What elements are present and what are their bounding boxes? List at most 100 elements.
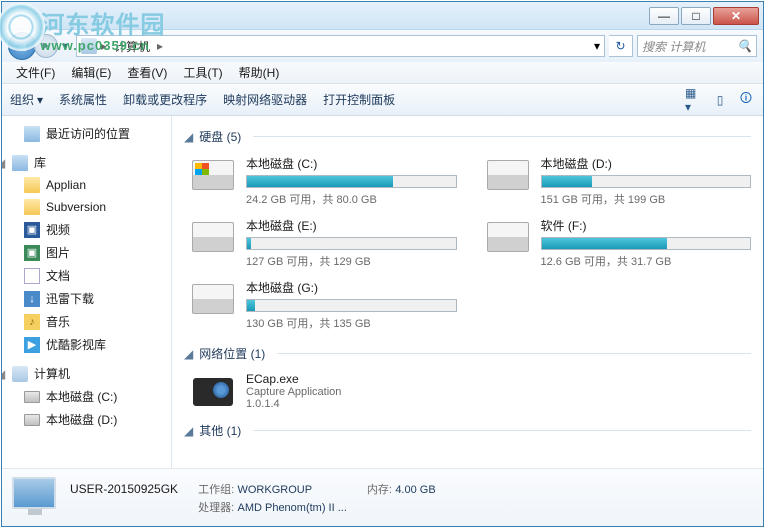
sidebar-drive-c[interactable]: 本地磁盘 (C:) (2, 385, 171, 408)
group-header-other[interactable]: ◢其他 (1) (184, 422, 751, 439)
sidebar-computer[interactable]: ◢计算机 (2, 362, 171, 385)
drive-icon (192, 160, 234, 190)
refresh-button[interactable]: ↻ (609, 35, 633, 57)
toolbar: 组织 ▾ 系统属性 卸载或更改程序 映射网络驱动器 打开控制面板 ▦ ▾ ▯ 🛈 (2, 84, 763, 116)
drive-usage-bar (541, 175, 752, 188)
sidebar-item-youku[interactable]: ▶优酷影视库 (2, 333, 171, 356)
menu-help[interactable]: 帮助(H) (231, 62, 288, 83)
details-computer-name: USER-20150925GK (70, 482, 178, 496)
drive-usage-bar (246, 237, 457, 250)
drive-icon (24, 391, 40, 403)
chevron-down-icon: ▾ (37, 93, 43, 107)
computer-icon (81, 38, 97, 54)
toolbar-uninstall[interactable]: 卸载或更改程序 (123, 91, 207, 108)
toolbar-control-panel[interactable]: 打开控制面板 (323, 91, 395, 108)
titlebar[interactable]: — □ ✕ (2, 2, 763, 30)
details-memory: 4.00 GB (395, 484, 435, 496)
help-icon[interactable]: 🛈 (737, 91, 755, 109)
youku-icon: ▶ (24, 337, 40, 353)
search-icon[interactable]: 🔍 (737, 39, 752, 53)
drive-usage-bar (541, 237, 752, 250)
download-icon: ↓ (24, 291, 40, 307)
breadcrumb-sep: ▸ (101, 39, 107, 53)
collapse-icon[interactable]: ◢ (184, 347, 193, 361)
sidebar-item-downloads[interactable]: ↓迅雷下载 (2, 287, 171, 310)
toolbar-properties[interactable]: 系统属性 (59, 91, 107, 108)
drive-item[interactable]: 本地磁盘 (D:)151 GB 可用，共 199 GB (485, 155, 752, 207)
sidebar-item-pictures[interactable]: ▣图片 (2, 241, 171, 264)
details-workgroup-label: 工作组: (198, 484, 234, 496)
recent-icon (24, 126, 40, 142)
details-pane: USER-20150925GK 工作组: WORKGROUP 内存: 4.00 … (2, 468, 763, 526)
netloc-version: 1.0.1.4 (246, 398, 341, 410)
drive-usage-bar (246, 299, 457, 312)
computer-icon (12, 366, 28, 382)
drive-icon (487, 160, 529, 190)
group-header-netloc[interactable]: ◢网络位置 (1) (184, 345, 751, 362)
drive-usage-bar (246, 175, 457, 188)
content-pane[interactable]: ◢硬盘 (5) 本地磁盘 (C:)24.2 GB 可用，共 80.0 GB本地磁… (172, 116, 763, 468)
details-cpu-label: 处理器: (198, 502, 234, 514)
netloc-desc: Capture Application (246, 386, 341, 398)
details-memory-label: 内存: (367, 484, 392, 496)
drive-name: 本地磁盘 (G:) (246, 279, 457, 296)
drive-icon (24, 414, 40, 426)
menu-tools[interactable]: 工具(T) (175, 62, 230, 83)
menu-edit[interactable]: 编辑(E) (63, 62, 119, 83)
sidebar-drive-d[interactable]: 本地磁盘 (D:) (2, 408, 171, 431)
breadcrumb-computer[interactable]: 计算机 (111, 37, 153, 56)
group-header-drives[interactable]: ◢硬盘 (5) (184, 128, 751, 145)
expand-icon[interactable]: ◢ (2, 156, 6, 170)
computer-large-icon (12, 477, 56, 509)
search-input[interactable]: 搜索 计算机 🔍 (637, 35, 757, 57)
breadcrumb-sep: ▸ (157, 39, 163, 53)
maximize-button[interactable]: □ (681, 7, 711, 25)
explorer-window: — □ ✕ ◄ ► ▾ ▸ 计算机 ▸ ▾ ↻ 搜索 计算机 🔍 文件(F) 编… (1, 1, 764, 527)
drive-icon (487, 222, 529, 252)
sidebar-item-music[interactable]: ♪音乐 (2, 310, 171, 333)
preview-pane-icon[interactable]: ▯ (711, 91, 729, 109)
video-icon: ▣ (24, 222, 40, 238)
expand-icon[interactable]: ◢ (2, 367, 6, 381)
menu-bar: 文件(F) 编辑(E) 查看(V) 工具(T) 帮助(H) (2, 62, 763, 84)
drive-name: 本地磁盘 (D:) (541, 155, 752, 172)
drive-name: 软件 (F:) (541, 217, 752, 234)
drive-item[interactable]: 本地磁盘 (E:)127 GB 可用，共 129 GB (190, 217, 457, 269)
nav-back-button[interactable]: ◄ (8, 32, 36, 60)
drive-stat: 24.2 GB 可用，共 80.0 GB (246, 191, 457, 207)
picture-icon: ▣ (24, 245, 40, 261)
view-options-icon[interactable]: ▦ ▾ (685, 91, 703, 109)
music-icon: ♪ (24, 314, 40, 330)
nav-forward-button[interactable]: ► (34, 34, 58, 58)
minimize-button[interactable]: — (649, 7, 679, 25)
sidebar-item[interactable]: Applian (2, 174, 171, 196)
drive-icon (192, 222, 234, 252)
nav-history-dropdown[interactable]: ▾ (58, 39, 72, 53)
address-dropdown[interactable]: ▾ (594, 39, 600, 53)
menu-file[interactable]: 文件(F) (8, 62, 63, 83)
drive-name: 本地磁盘 (C:) (246, 155, 457, 172)
navigation-pane[interactable]: 最近访问的位置 ◢库 Applian Subversion ▣视频 ▣图片 文档… (2, 116, 172, 468)
drive-stat: 12.6 GB 可用，共 31.7 GB (541, 253, 752, 269)
toolbar-organize[interactable]: 组织 ▾ (10, 91, 43, 108)
collapse-icon[interactable]: ◢ (184, 130, 193, 144)
close-button[interactable]: ✕ (713, 7, 759, 25)
sidebar-libraries[interactable]: ◢库 (2, 151, 171, 174)
address-field[interactable]: ▸ 计算机 ▸ ▾ (76, 35, 605, 57)
sidebar-item-videos[interactable]: ▣视频 (2, 218, 171, 241)
netloc-item[interactable]: ECap.exe Capture Application 1.0.1.4 (184, 372, 751, 412)
details-cpu: AMD Phenom(tm) II ... (237, 502, 346, 514)
sidebar-item-documents[interactable]: 文档 (2, 264, 171, 287)
sidebar-recent[interactable]: 最近访问的位置 (2, 122, 171, 145)
menu-view[interactable]: 查看(V) (119, 62, 175, 83)
collapse-icon[interactable]: ◢ (184, 424, 193, 438)
drive-item[interactable]: 本地磁盘 (C:) 24.2 GB 可用，共 80.0 GB (190, 155, 457, 207)
toolbar-map-drive[interactable]: 映射网络驱动器 (223, 91, 307, 108)
drive-item[interactable]: 软件 (F:) 12.6 GB 可用，共 31.7 GB (485, 217, 752, 269)
drive-stat: 130 GB 可用，共 135 GB (246, 315, 457, 331)
libraries-icon (12, 155, 28, 171)
drive-item[interactable]: 本地磁盘 (G:) 130 GB 可用，共 135 GB (190, 279, 457, 331)
folder-icon (24, 199, 40, 215)
sidebar-item[interactable]: Subversion (2, 196, 171, 218)
netloc-name: ECap.exe (246, 372, 341, 386)
